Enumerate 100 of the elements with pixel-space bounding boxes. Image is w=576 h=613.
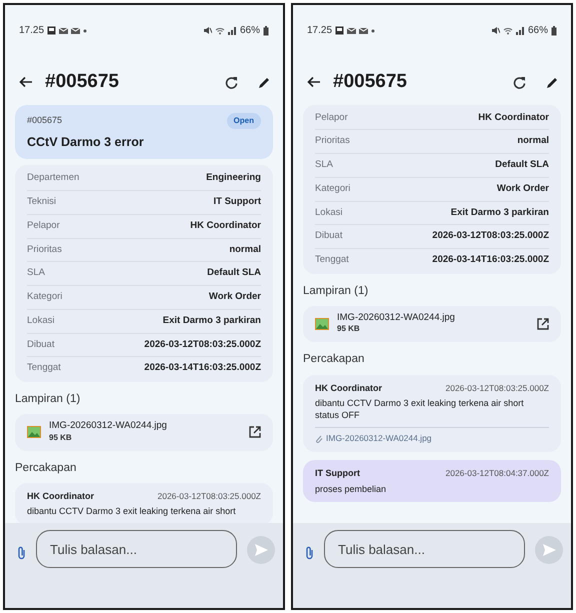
image-file-icon (315, 318, 329, 330)
mail-icon (59, 26, 68, 34)
open-external-icon (537, 318, 549, 330)
detail-value: Engineering (206, 171, 261, 186)
wifi-icon (214, 26, 225, 35)
detail-value: Work Order (496, 182, 549, 196)
detail-label: Tenggat (27, 361, 61, 376)
section-heading: Percakapan (303, 352, 366, 368)
screen-title: #005675 (45, 70, 120, 94)
ticket-subject: CCtV Darmo 3 error (27, 134, 145, 150)
detail-value: 2026-03-14T16:03:25.000Z (144, 361, 261, 376)
detail-value: Exit Darmo 3 parkiran (450, 206, 549, 220)
file-size: 95 KB (49, 432, 73, 444)
clock-text: 17.25 (307, 24, 332, 38)
pencil-icon (258, 76, 271, 89)
message-text: dibantu CCTV Darmo 3 exit leaking terkena air short (27, 505, 237, 518)
detail-label: Pelapor (27, 218, 60, 233)
mail-icon (71, 26, 80, 34)
section-heading: Lampiran (1) (15, 392, 82, 407)
battery-icon (263, 26, 269, 36)
refresh-icon (513, 76, 526, 89)
back-arrow-icon (19, 76, 33, 88)
message-time: 2026-03-12T08:03:25.000Z (446, 382, 549, 395)
message-text: proses pembelian (315, 482, 388, 495)
detail-label: Lokasi (27, 314, 54, 328)
detail-value: IT Support (214, 195, 261, 209)
attach-button[interactable] (17, 546, 26, 560)
signal-icon (516, 26, 525, 35)
refresh-button[interactable] (513, 76, 526, 89)
detail-value: Default SLA (207, 266, 261, 280)
detail-value: HK Coordinator (478, 110, 549, 124)
detail-label: Dibuat (315, 229, 342, 244)
message-author: HK Coordinator (27, 490, 94, 503)
mute-icon (490, 26, 500, 35)
send-icon (542, 544, 556, 556)
dot-icon (371, 28, 376, 32)
detail-value: Exit Darmo 3 parkiran (162, 314, 261, 328)
detail-label: Prioritas (27, 242, 62, 256)
mute-icon (202, 26, 212, 35)
detail-label: Kategori (27, 290, 62, 304)
detail-label: Pelapor (315, 110, 348, 124)
detail-value: normal (517, 134, 549, 148)
ticket-number: #005675 (27, 114, 62, 127)
detail-value: 2026-03-14T16:03:25.000Z (432, 253, 549, 267)
clock-text: 17.25 (19, 24, 44, 38)
attachment-link[interactable]: IMG-20260312-WA0244.jpg (326, 432, 432, 446)
open-button[interactable] (537, 318, 549, 330)
back-button[interactable] (19, 76, 33, 88)
detail-label: Dibuat (27, 338, 54, 352)
detail-value: Default SLA (495, 158, 549, 172)
detail-value: Work Order (208, 290, 261, 304)
mail-icon (347, 26, 356, 34)
edit-button[interactable] (546, 76, 559, 89)
battery-text: 66% (240, 24, 260, 38)
pencil-icon (546, 76, 559, 89)
file-name: IMG-20260312-WA0244.jpg (337, 313, 456, 324)
message-author: IT Support (315, 467, 360, 480)
detail-label: Kategori (315, 182, 350, 196)
reply-field[interactable]: Tulis balasan... (324, 530, 525, 568)
reply-field[interactable]: Tulis balasan... (36, 530, 237, 568)
wifi-icon (502, 26, 513, 35)
back-button[interactable] (307, 76, 321, 88)
detail-label: SLA (27, 266, 45, 280)
attach-button[interactable] (305, 546, 314, 560)
file-name: IMG-20260312-WA0244.jpg (49, 421, 168, 432)
detail-label: Tenggat (315, 253, 349, 267)
back-arrow-icon (307, 76, 321, 88)
open-external-icon (249, 426, 261, 438)
open-button[interactable] (249, 426, 261, 438)
message-author: HK Coordinator (315, 382, 382, 395)
detail-value: 2026-03-12T08:03:25.000Z (144, 338, 261, 352)
paperclip-icon (315, 434, 323, 444)
detail-value: 2026-03-12T08:03:25.000Z (432, 229, 549, 244)
paperclip-icon (305, 546, 314, 560)
detail-label: Departemen (27, 171, 80, 186)
refresh-icon (225, 76, 238, 89)
detail-label: Prioritas (315, 134, 350, 148)
section-heading: Percakapan (15, 460, 78, 476)
mail-icon (359, 26, 368, 34)
message-time: 2026-03-12T08:03:25.000Z (158, 490, 261, 503)
detail-label: SLA (315, 158, 333, 172)
message-time: 2026-03-12T08:04:37.000Z (446, 467, 549, 480)
image-icon (47, 26, 56, 35)
send-icon (254, 544, 268, 556)
status-badge: Open (226, 112, 261, 128)
image-file-icon (27, 426, 41, 438)
detail-value: HK Coordinator (190, 218, 261, 233)
file-size: 95 KB (337, 323, 361, 336)
battery-text: 66% (528, 24, 548, 38)
image-icon (335, 26, 344, 35)
detail-label: Lokasi (315, 206, 342, 220)
battery-icon (551, 26, 557, 36)
paperclip-icon (17, 546, 26, 560)
edit-button[interactable] (258, 76, 271, 89)
message-text: dibantu CCTV Darmo 3 exit leaking terkena air short status OFF (315, 397, 525, 422)
detail-value: normal (229, 242, 261, 256)
section-heading: Lampiran (1) (303, 284, 370, 299)
signal-icon (228, 26, 237, 35)
refresh-button[interactable] (225, 76, 238, 89)
screen-title: #005675 (333, 70, 408, 94)
